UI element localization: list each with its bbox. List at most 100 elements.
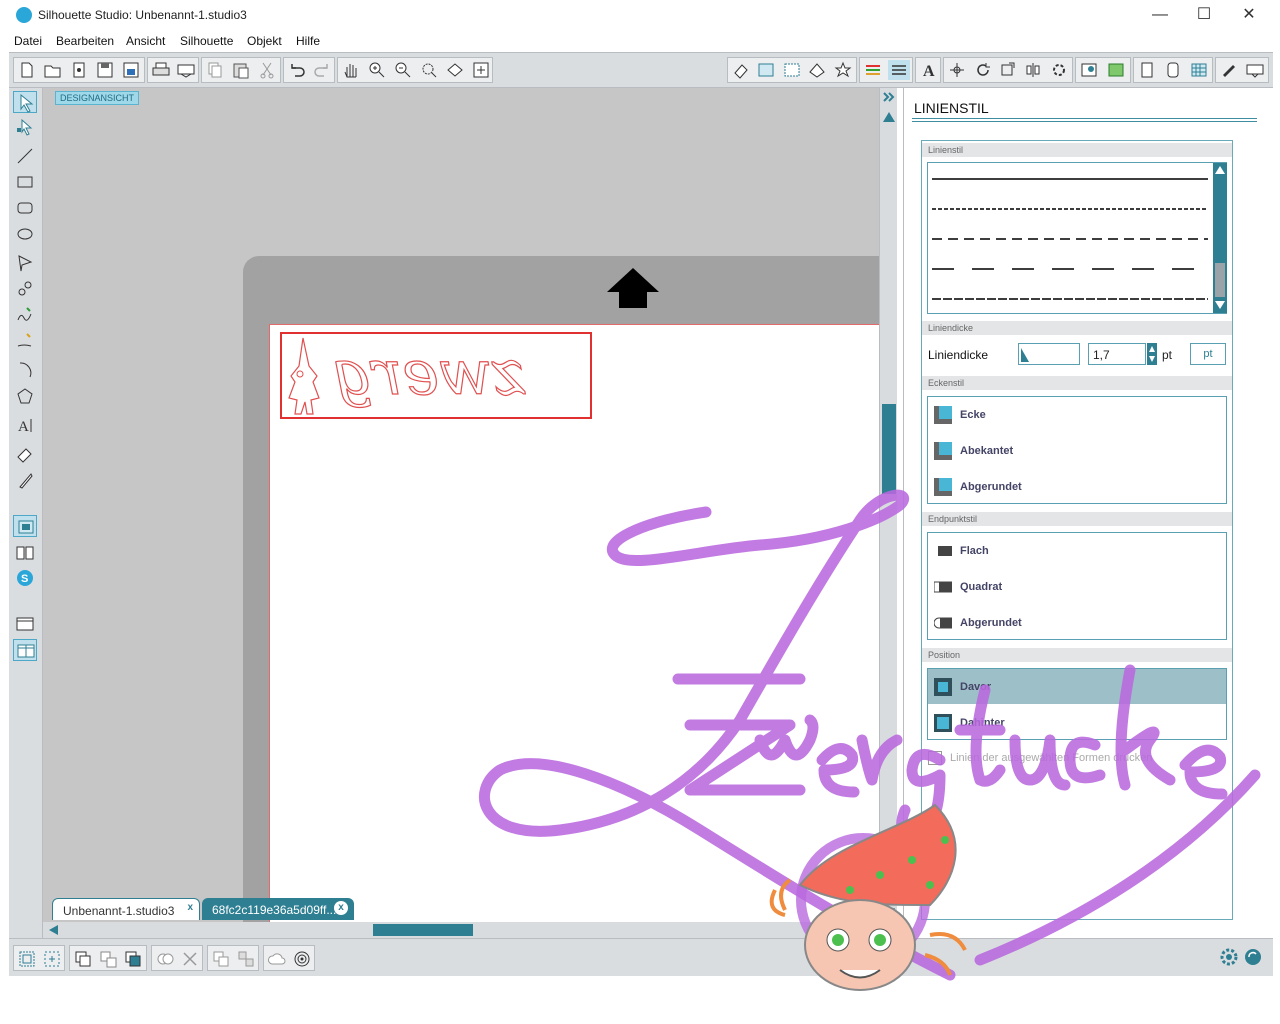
ungroup-icon[interactable] [42, 949, 62, 969]
scroll-up-icon[interactable] [882, 110, 896, 124]
knife-icon[interactable] [13, 469, 37, 491]
mirrored-zwerg-text[interactable]: zwerg [332, 335, 525, 409]
polygon-icon[interactable] [13, 252, 37, 274]
scroll-down-icon[interactable] [882, 906, 896, 920]
corner-option-abgerundet[interactable]: Abgerundet [934, 475, 1219, 497]
stepper-down-icon[interactable] [1148, 355, 1156, 363]
position-option-davor[interactable]: Davor [934, 675, 1219, 697]
page-icon[interactable] [1136, 60, 1158, 80]
store-icon[interactable]: S [13, 567, 37, 589]
line-style-list[interactable] [927, 162, 1227, 314]
save-as-icon[interactable] [120, 60, 142, 80]
corner-option-abekantet[interactable]: Abekantet [934, 439, 1219, 461]
rotate-icon[interactable] [972, 60, 994, 80]
line-style-scrollbar[interactable] [1213, 163, 1227, 313]
zoom-select-icon[interactable] [418, 60, 440, 80]
line-style-icon[interactable] [888, 60, 910, 80]
refresh-icon[interactable] [1243, 947, 1263, 967]
duplicate-icon[interactable] [211, 949, 231, 969]
horizontal-scroll-thumb[interactable] [373, 924, 473, 936]
ellipse-icon[interactable] [13, 223, 37, 245]
position-option-dahinter[interactable]: Dahinter [934, 711, 1219, 733]
rectangle-icon[interactable] [13, 171, 37, 193]
unit-button[interactable]: pt [1190, 343, 1226, 365]
collapse-panel-icon[interactable] [882, 90, 896, 104]
eraser-panel-icon[interactable] [730, 60, 752, 80]
menu-silhouette[interactable]: Silhouette [180, 34, 233, 48]
line-color-icon[interactable] [862, 60, 884, 80]
send-icon[interactable] [1244, 60, 1266, 80]
pan-icon[interactable] [340, 60, 362, 80]
scale-icon[interactable] [997, 60, 1019, 80]
release-compound-icon[interactable] [98, 949, 118, 969]
save-icon[interactable] [94, 60, 116, 80]
trace-icon[interactable] [1078, 60, 1100, 80]
open-library-icon[interactable] [68, 60, 90, 80]
bring-front-icon[interactable] [123, 949, 143, 969]
thickness-input[interactable]: 1,7 [1088, 343, 1146, 365]
text-tool-icon[interactable]: A [13, 414, 37, 436]
scroll-left-icon[interactable] [47, 924, 59, 936]
menu-objekt[interactable]: Objekt [247, 34, 282, 48]
corner-option-ecke[interactable]: Ecke [934, 403, 1219, 425]
star-icon[interactable] [832, 60, 854, 80]
transform-icon[interactable] [946, 60, 968, 80]
thickness-stepper[interactable] [1147, 343, 1157, 365]
cap-option-abgerundet[interactable]: Abgerundet [934, 611, 1219, 633]
compound-icon[interactable] [73, 949, 93, 969]
group-icon[interactable] [17, 949, 37, 969]
tab-document-1[interactable]: Unbenannt-1.studio3 x [52, 898, 200, 920]
library-icon[interactable] [806, 60, 828, 80]
vertical-scrollbar[interactable] [879, 88, 897, 924]
design-view-icon[interactable] [13, 515, 37, 537]
cap-option-quadrat[interactable]: Quadrat [934, 575, 1219, 597]
undo-icon[interactable] [286, 60, 308, 80]
paste-icon[interactable] [230, 60, 252, 80]
eraser-icon[interactable] [13, 443, 37, 465]
vertical-scroll-thumb[interactable] [882, 404, 896, 494]
freehand-icon[interactable] [13, 304, 37, 326]
scroll-down-icon[interactable] [1214, 299, 1226, 311]
close-icon[interactable]: ✕ [1226, 4, 1272, 26]
single-view-icon[interactable] [13, 613, 37, 635]
align-icon[interactable] [1022, 60, 1044, 80]
rounded-rectangle-icon[interactable] [13, 197, 37, 219]
thickness-slider[interactable] [1018, 343, 1080, 365]
cut-icon[interactable] [256, 60, 278, 80]
grid-icon[interactable] [781, 60, 803, 80]
regular-polygon-icon[interactable] [13, 385, 37, 407]
select-icon[interactable] [13, 91, 37, 113]
new-document-icon[interactable] [16, 60, 38, 80]
point-edit-icon[interactable] [13, 116, 37, 138]
menu-bearbeiten[interactable]: Bearbeiten [56, 34, 114, 48]
slider-handle-icon[interactable] [1019, 344, 1079, 364]
stepper-up-icon[interactable] [1148, 345, 1156, 353]
text-icon[interactable]: A [918, 60, 940, 80]
print-lines-checkbox[interactable] [928, 751, 942, 765]
offset-target-icon[interactable] [292, 949, 312, 969]
cloud-icon[interactable] [267, 949, 287, 969]
smooth-freehand-icon[interactable] [13, 330, 37, 352]
scroll-thumb[interactable] [1215, 263, 1225, 297]
menu-datei[interactable]: Datei [14, 34, 42, 48]
tab-close-icon[interactable]: x [187, 902, 193, 913]
minimize-icon[interactable]: — [1137, 4, 1183, 26]
arc-icon[interactable] [13, 359, 37, 381]
copy-icon[interactable] [204, 60, 226, 80]
delete-icon[interactable] [180, 949, 200, 969]
menu-ansicht[interactable]: Ansicht [126, 34, 165, 48]
tab-document-2[interactable]: 68fc2c119e36a5d09ff... x [202, 898, 354, 920]
fill-icon[interactable] [1105, 60, 1127, 80]
tab-close-icon[interactable]: x [334, 901, 348, 915]
scroll-up-icon[interactable] [1214, 164, 1226, 176]
curve-icon[interactable] [13, 278, 37, 300]
zoom-fit-icon[interactable] [444, 60, 466, 80]
offset-icon[interactable] [1162, 60, 1184, 80]
open-icon[interactable] [42, 60, 64, 80]
page-setup-icon[interactable] [755, 60, 777, 80]
design-canvas[interactable]: DESIGNANSICHT zwerg [43, 88, 879, 924]
gnome-outline-shape[interactable] [283, 334, 323, 418]
print-icon[interactable] [150, 60, 172, 80]
print-cut-icon[interactable] [175, 60, 197, 80]
line-icon[interactable] [13, 145, 37, 167]
